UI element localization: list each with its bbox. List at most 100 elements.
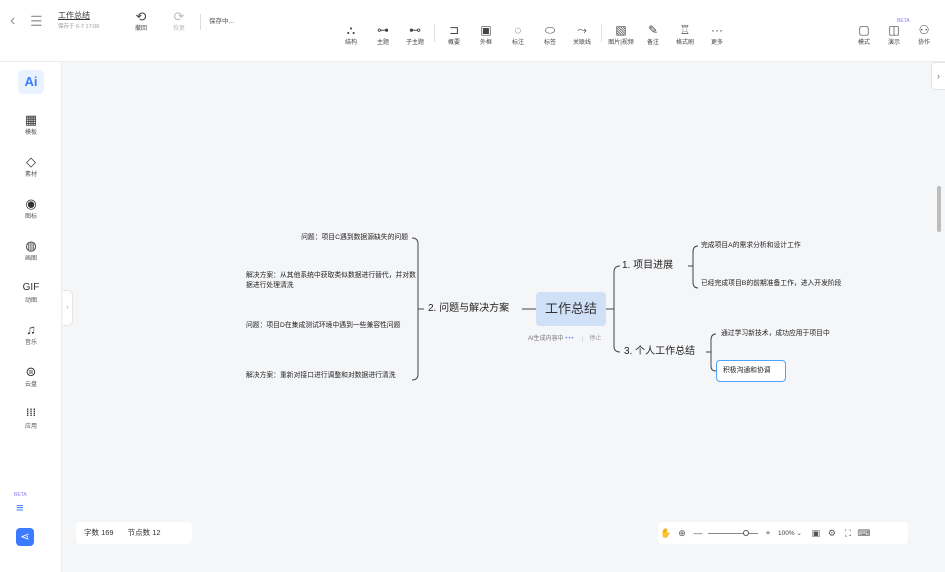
zoom-toolbar: ✋ ⊕ — + 100% ⌄ ▣ ⚙ ⛶ ⌨ [658, 522, 908, 544]
tool-summary[interactable]: ⊐ 概要 [438, 22, 470, 48]
keyboard-icon[interactable]: ⌨ [856, 528, 872, 539]
mode-icon: ▢ [858, 23, 870, 37]
sidebar-item-template[interactable]: ▦ 模板 [7, 112, 55, 138]
sidebar-item-paint[interactable]: ◍ 画图 [7, 238, 55, 264]
settings-icon[interactable]: ⚙ [824, 528, 840, 539]
image-icon: ▧ [615, 23, 627, 37]
sidebar-item-label: 音乐 [24, 340, 37, 346]
note-icon: ✎ [647, 23, 659, 37]
tool-label: 更多 [710, 40, 723, 46]
node-item[interactable]: 已经完成项目B的前期准备工作，进入开发阶段 [701, 279, 871, 289]
document-info: 工作总结 保存于 6-7 17:06 [58, 10, 118, 32]
ai-stop-button[interactable]: 停止 [582, 336, 602, 342]
outline-icon[interactable]: ≡ [16, 500, 24, 515]
fullscreen-icon[interactable]: ⛶ [840, 528, 856, 539]
node-item[interactable]: 解决方案：重新对接口进行调整和对数据进行清洗 [246, 371, 416, 381]
loading-dots-icon: ••• [565, 336, 575, 342]
tool-label: 图片|视频 [608, 40, 634, 46]
tool-relation[interactable]: ⤳ 关联线 [566, 22, 598, 48]
hand-tool-icon[interactable]: ✋ [658, 528, 674, 539]
undo-label: 撤回 [134, 26, 147, 32]
central-topic[interactable]: 工作总结 [536, 292, 606, 326]
redo-label: 恢复 [172, 26, 185, 32]
tool-format-brush[interactable]: ♖ 格式刷 [669, 22, 701, 48]
node-item[interactable]: 问题：项目D在集成测试环境中遇到一些兼容性问题 [246, 321, 416, 331]
sidebar-item-icons[interactable]: ◉ 图标 [7, 196, 55, 222]
branch-problems-solutions[interactable]: 2. 问题与解决方案 [428, 302, 509, 316]
zoom-out-button[interactable]: — [690, 528, 706, 538]
tool-boundary[interactable]: ▣ 外框 [470, 22, 502, 48]
sidebar-item-apps[interactable]: ⁞⁞⁞ 应用 [7, 406, 55, 432]
fit-screen-icon[interactable]: ▣ [808, 528, 824, 539]
redo-button[interactable]: ⟳ 恢复 [164, 10, 194, 34]
redo-icon: ⟳ [173, 9, 185, 24]
node-item[interactable]: 完成项目A的需求分析和设计工作 [701, 241, 871, 251]
mindmap-canvas[interactable] [62, 62, 945, 520]
tool-topic[interactable]: ⊶ 主题 [367, 22, 399, 48]
ai-generation-status: AI生成内容中 ••• 停止 [528, 334, 602, 344]
tool-label: 模式 [857, 40, 870, 46]
toolbar-divider [200, 14, 201, 30]
sidebar-item-material[interactable]: ◇ 素材 [7, 154, 55, 180]
beta-badge: BETA [14, 492, 27, 498]
branch-project-progress[interactable]: 1. 项目进展 [622, 259, 673, 273]
undo-button[interactable]: ⟲ 撤回 [126, 10, 156, 34]
collab-icon: ⚇ [918, 23, 930, 37]
left-sidebar: Ai ▦ 模板 ◇ 素材 ◉ 图标 ◍ 画图 GIF 动图 ♫ 音乐 ⊜ 云盘 ⁞⁞⁞ 应用 B… [0, 62, 62, 572]
branch-personal-summary[interactable]: 3. 个人工作总结 [624, 345, 695, 359]
material-icon: ◇ [26, 154, 36, 169]
save-status: 保存中... [209, 18, 234, 25]
template-icon: ▦ [24, 112, 38, 127]
zoom-level-select[interactable]: 100% ⌄ [778, 529, 802, 537]
tool-more[interactable]: ··· 更多 [701, 22, 733, 48]
document-title[interactable]: 工作总结 [58, 10, 118, 22]
locate-icon[interactable]: ⊕ [674, 528, 690, 539]
tool-image[interactable]: ▧ 图片|视频 [605, 22, 637, 48]
tool-note[interactable]: ✎ 备注 [637, 22, 669, 48]
tool-label: 外框 [479, 40, 492, 46]
tool-subtopic[interactable]: ⊷ 子主题 [399, 22, 431, 48]
sidebar-item-gif[interactable]: GIF 动图 [7, 280, 55, 306]
node-item[interactable]: 通过学习新技术，成功应用于项目中 [721, 329, 881, 339]
toolbar-right-group: ▢ 模式 BETA ◫ 演示 ⚇ 协作 [849, 18, 939, 48]
collab-button[interactable]: ⚇ 协作 [909, 22, 939, 48]
node-item-selected[interactable]: 积极沟通和协调 [716, 360, 786, 382]
tool-structure[interactable]: ⛬ 结构 [335, 22, 367, 48]
tool-tag[interactable]: ⬭ 标签 [534, 22, 566, 48]
sidebar-item-label: 应用 [24, 424, 37, 430]
apps-icon: ⁞⁞⁞ [26, 408, 36, 419]
palette-icon: ◍ [25, 238, 37, 253]
zoom-slider-track [708, 533, 758, 534]
ai-status-text: AI生成内容中 [528, 336, 564, 342]
zoom-slider[interactable] [708, 528, 758, 538]
toolbar-tools: ⛬ 结构 ⊶ 主题 ⊷ 子主题 ⊐ 概要 ▣ 外框 ◌ 标注 ⬭ 标签 ⤳ 关联线 ▧ 图片|视频… [335, 22, 733, 48]
node-item[interactable]: 解决方案：从其他系统中获取类似数据进行替代，并对数据进行处理清洗 [246, 271, 416, 291]
tool-label: 主题 [376, 40, 389, 46]
tool-label: 标注 [511, 40, 524, 46]
node-count: 节点数 12 [127, 528, 161, 537]
zoom-in-button[interactable]: + [760, 528, 776, 538]
sidebar-item-music[interactable]: ♫ 音乐 [7, 322, 55, 348]
zoom-slider-knob[interactable] [743, 530, 750, 536]
tool-annotation[interactable]: ◌ 标注 [502, 22, 534, 48]
present-button[interactable]: BETA ◫ 演示 [879, 18, 910, 48]
structure-icon: ⛬ [346, 23, 356, 37]
more-icon: ··· [711, 23, 723, 37]
save-time: 保存于 6-7 17:06 [58, 24, 100, 30]
mode-button[interactable]: ▢ 模式 [849, 22, 879, 48]
gif-icon: GIF [22, 282, 40, 293]
boundary-icon: ▣ [480, 23, 492, 37]
sidebar-item-label: 图标 [24, 214, 37, 220]
sidebar-item-cloud[interactable]: ⊜ 云盘 [7, 364, 55, 390]
mindmap-app: ‹ ☰ 工作总结 保存于 6-7 17:06 ⟲ 撤回 ⟳ 恢复 保存中... … [0, 0, 945, 572]
ai-button[interactable]: Ai [18, 70, 44, 94]
format-brush-icon: ♖ [679, 23, 691, 37]
top-toolbar: ‹ ☰ 工作总结 保存于 6-7 17:06 ⟲ 撤回 ⟳ 恢复 保存中... … [0, 0, 945, 62]
mindmap-icon[interactable]: ⋖ [16, 528, 34, 546]
beta-badge: BETA [897, 18, 910, 24]
node-item[interactable]: 问题：项目C遇到数据源缺失的问题 [248, 233, 408, 243]
menu-icon[interactable]: ☰ [30, 10, 48, 34]
cloud-disk-icon: ⊜ [25, 364, 37, 379]
chevron-left-icon[interactable]: ‹ [10, 10, 26, 34]
toolbar-divider [601, 24, 602, 42]
